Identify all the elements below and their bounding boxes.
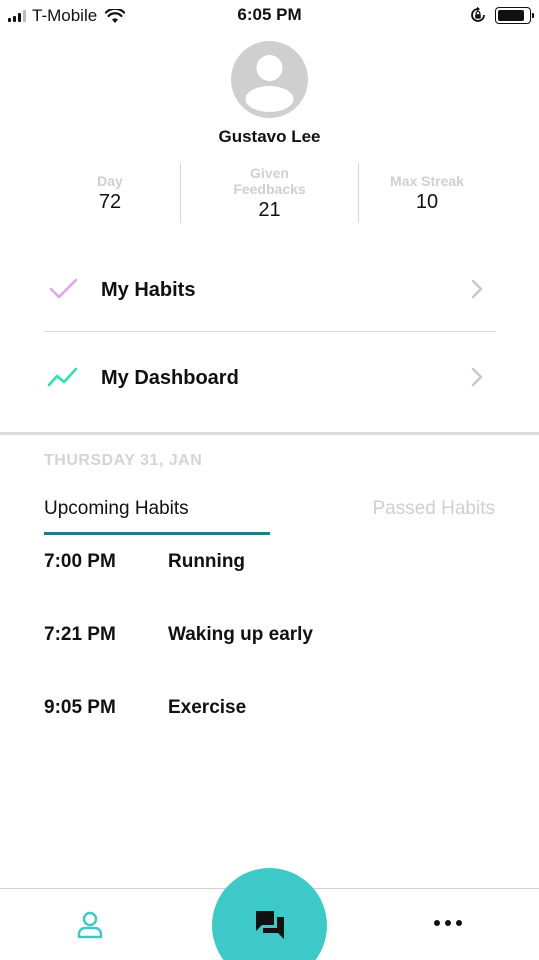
person-icon[interactable] xyxy=(76,910,104,940)
my-dashboard-row[interactable]: My Dashboard xyxy=(44,334,496,420)
habit-time: 9:05 PM xyxy=(44,697,116,718)
habit-time: 7:21 PM xyxy=(44,624,116,645)
my-habits-row[interactable]: My Habits xyxy=(44,246,496,332)
habit-time: 7:00 PM xyxy=(44,551,116,572)
chevron-right-icon xyxy=(471,367,483,387)
avatar-placeholder-icon xyxy=(245,55,294,112)
stat-max-streak: Max Streak 10 xyxy=(359,173,495,233)
chevron-right-icon xyxy=(471,279,483,299)
stat-value: 10 xyxy=(415,191,439,213)
habit-name: Running xyxy=(168,551,246,572)
stat-day: Day 72 xyxy=(40,173,180,233)
habit-item[interactable]: 7:21 PM Waking up early xyxy=(44,624,496,654)
tab-passed-habits[interactable]: Passed Habits xyxy=(372,498,495,520)
status-right xyxy=(469,6,534,24)
check-icon xyxy=(49,278,78,299)
habit-item[interactable]: 9:05 PM Exercise xyxy=(44,697,496,727)
stat-label: Max Streak xyxy=(390,173,464,189)
active-tab-indicator xyxy=(44,532,270,535)
profile-stats: Day 72 Given Feedbacks 21 Max Streak 10 xyxy=(0,163,539,223)
avatar[interactable] xyxy=(231,41,308,118)
stat-given-feedbacks: Given Feedbacks 21 xyxy=(181,165,358,225)
stat-value: 72 xyxy=(98,191,122,213)
habit-name: Waking up early xyxy=(168,624,313,645)
more-icon[interactable] xyxy=(434,915,462,931)
status-time: 6:05 PM xyxy=(237,5,302,24)
my-habits-label: My Habits xyxy=(101,279,196,301)
stat-label: Day xyxy=(97,173,123,189)
my-dashboard-label: My Dashboard xyxy=(101,367,239,389)
trend-line-icon xyxy=(47,367,78,387)
rotation-lock-icon xyxy=(471,6,485,22)
habit-name: Exercise xyxy=(168,697,247,718)
section-divider xyxy=(0,432,539,435)
stat-value: 21 xyxy=(258,199,281,221)
tab-upcoming-habits[interactable]: Upcoming Habits xyxy=(44,498,189,520)
chat-icon xyxy=(256,911,284,939)
battery-icon xyxy=(495,6,534,24)
user-name: Gustavo Lee xyxy=(218,127,321,146)
status-bar: T-Mobile 6:05 PM xyxy=(0,0,539,32)
habit-item[interactable]: 7:00 PM Running xyxy=(44,551,496,581)
date-heading: THURSDAY 31, JAN xyxy=(44,452,203,469)
stat-label: Given Feedbacks xyxy=(233,165,306,197)
